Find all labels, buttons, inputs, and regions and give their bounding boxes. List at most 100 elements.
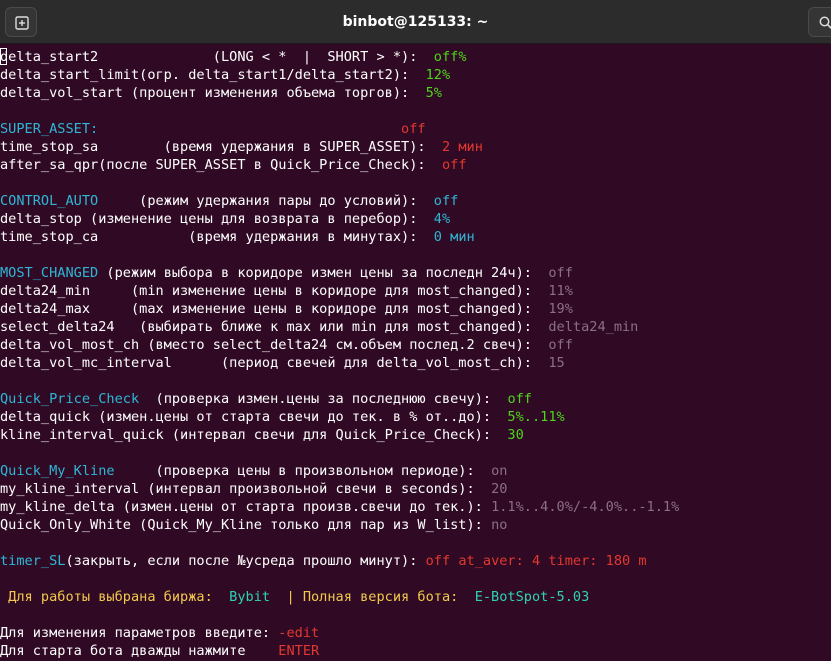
search-icon xyxy=(819,16,831,30)
terminal-text-segment: timer_SL xyxy=(0,553,66,569)
terminal-line: Quick_Price_Check (проверка измен.цены з… xyxy=(0,390,831,408)
terminal-line: delta24_max (max изменение цены в коридо… xyxy=(0,300,831,318)
terminal-line: Quick_Only_White (Quick_My_Kline только … xyxy=(0,516,831,534)
terminal-text-segment: Quick_Price_Check xyxy=(0,391,140,407)
terminal-text-segment: (режим выбора в коридоре измен цены за п… xyxy=(98,265,549,281)
terminal-text-segment: 4% xyxy=(433,211,451,227)
terminal-text-segment: (закрыть, если после №усреда прошло мину… xyxy=(65,553,426,569)
title-bar: binbot@125133: ~ xyxy=(0,0,831,44)
terminal-line: Quick_My_Kline (проверка цены в произвол… xyxy=(0,462,831,480)
terminal-text-segment: delta24_max (max изменение цены в коридо… xyxy=(0,301,549,317)
terminal-line: delta_start2 (LONG < * | SHORT > *): off… xyxy=(0,48,831,66)
terminal-text-segment: delta_start2 (LONG < * | SHORT > *): xyxy=(0,49,434,65)
terminal-text-segment: time_stop_ca (время удержания в минутах)… xyxy=(0,229,434,245)
terminal-text-segment: Для изменения параметров введите: xyxy=(0,625,279,641)
terminal-line: delta24_min (min изменение цены в коридо… xyxy=(0,282,831,300)
terminal-text-segment: Для работы выбрана биржа: xyxy=(0,589,230,605)
terminal-line: CONTROL_AUTO (режим удержания пары до ус… xyxy=(0,192,831,210)
terminal-text-segment: | Полная версия бота: xyxy=(270,589,475,605)
terminal-line: Для изменения параметров введите: -edit xyxy=(0,624,831,642)
terminal-line: MOST_CHANGED (режим выбора в коридоре из… xyxy=(0,264,831,282)
terminal-text-segment: 5% xyxy=(425,85,442,101)
terminal-text-segment: off at_aver: 4 timer: 180 m xyxy=(425,553,647,569)
terminal-text-segment: 0 мин xyxy=(433,229,475,245)
terminal-text-segment: delta24_min (min изменение цены в коридо… xyxy=(0,283,549,299)
terminal-text-segment: off xyxy=(441,157,467,173)
terminal-text-segment: select_delta24 (выбирать ближе к max или… xyxy=(0,319,549,335)
terminal-text-segment: delta_stop (изменение цены для возврата … xyxy=(0,211,434,227)
terminal-text-segment: -edit xyxy=(278,625,320,641)
search-button[interactable] xyxy=(808,7,831,37)
terminal-text-segment: 2 мин xyxy=(441,139,483,155)
terminal-line: after_sa_qpr(после SUPER_ASSET в Quick_P… xyxy=(0,156,831,174)
terminal-text-segment: 11% xyxy=(548,283,573,299)
terminal-text-segment: delta24_min xyxy=(548,319,639,335)
terminal-output[interactable]: delta_start2 (LONG < * | SHORT > *): off… xyxy=(0,48,831,661)
terminal-text-segment: delta_vol_mc_interval (период свечей для… xyxy=(0,355,549,371)
terminal-line: delta_vol_mc_interval (период свечей для… xyxy=(0,354,831,372)
terminal-line: timer_SL(закрыть, если после №усреда про… xyxy=(0,552,831,570)
terminal-text-segment: delta_vol_most_ch (вместо select_delta24… xyxy=(0,337,549,353)
terminal-line: Для работы выбрана биржа: Bybit | Полная… xyxy=(0,588,831,606)
terminal-line: Для старта бота дважды нажмите ENTER xyxy=(0,642,831,660)
terminal-text-segment: 20 xyxy=(491,481,508,497)
terminal-text-segment: on xyxy=(491,463,508,479)
terminal-text-segment: MOST_CHANGED xyxy=(0,265,99,281)
terminal-text-segment: 12% xyxy=(425,67,451,83)
terminal-text-segment: ENTER xyxy=(278,643,320,659)
terminal-text-segment: 19% xyxy=(548,301,573,317)
terminal-line: kline_interval_quick (интервал свечи для… xyxy=(0,426,831,444)
terminal-text-segment: 5%..11% xyxy=(507,409,565,425)
terminal-text-segment: Quick_Only_White (Quick_My_Kline только … xyxy=(0,517,492,533)
terminal-line: time_stop_ca (время удержания в минутах)… xyxy=(0,228,831,246)
terminal-line: SUPER_ASSET: off xyxy=(0,120,831,138)
terminal-text-segment: 30 xyxy=(507,427,524,443)
terminal-text-segment: (проверка цены в произвольном периоде): xyxy=(114,463,492,479)
terminal-text-segment: delta_vol_start (процент изменения объем… xyxy=(0,85,426,101)
terminal-text-segment: off xyxy=(433,193,459,209)
terminal-line: delta_stop (изменение цены для возврата … xyxy=(0,210,831,228)
terminal-line: my_kline_interval (интервал произвольной… xyxy=(0,480,831,498)
terminal-text-segment: 15 xyxy=(548,355,565,371)
terminal-line: delta_vol_start (процент изменения объем… xyxy=(0,84,831,102)
terminal-text-segment: off xyxy=(548,337,573,353)
terminal-text-segment: SUPER_ASSET: xyxy=(0,121,99,137)
terminal-text-segment: Для старта бота дважды нажмите xyxy=(0,643,279,659)
terminal-text-segment: 1.1%..4.0%/-4.0%..-1.1% xyxy=(491,499,680,515)
terminal-text-segment: kline_interval_quick (интервал свечи для… xyxy=(0,427,508,443)
terminal-text-segment: off xyxy=(401,121,426,137)
terminal-text-segment: off xyxy=(548,265,573,281)
terminal-text-segment: delta_quick (измен.цены от старта свечи … xyxy=(0,409,508,425)
terminal-text-segment: off xyxy=(507,391,532,407)
terminal-text-segment: delta_start_limit(огр. delta_start1/delt… xyxy=(0,67,426,83)
terminal-line: select_delta24 (выбирать ближе к max или… xyxy=(0,318,831,336)
terminal-text-segment: off% xyxy=(433,49,467,65)
terminal-text-segment: my_kline_delta (измен.цены от старта про… xyxy=(0,499,492,515)
terminal-line: delta_quick (измен.цены от старта свечи … xyxy=(0,408,831,426)
terminal-cursor xyxy=(0,48,7,65)
terminal-text-segment: Bybit xyxy=(229,589,271,605)
terminal-line: delta_start_limit(огр. delta_start1/delt… xyxy=(0,66,831,84)
terminal-line: delta_vol_most_ch (вместо select_delta24… xyxy=(0,336,831,354)
terminal-text-segment: time_stop_sa (время удержания в SUPER_AS… xyxy=(0,139,442,155)
terminal-line: time_stop_sa (время удержания в SUPER_AS… xyxy=(0,138,831,156)
window-title: binbot@125133: ~ xyxy=(342,14,489,30)
terminal-line: my_kline_delta (измен.цены от старта про… xyxy=(0,498,831,516)
terminal-text-segment: E-BotSpot-5.03 xyxy=(474,589,590,605)
terminal-text-segment: CONTROL_AUTO xyxy=(0,193,99,209)
terminal-text-segment: (проверка измен.цены за последнюю свечу)… xyxy=(139,391,508,407)
terminal-text-segment: after_sa_qpr(после SUPER_ASSET в Quick_P… xyxy=(0,157,442,173)
terminal-text-segment: (режим удержания пары до условий): xyxy=(98,193,434,209)
terminal-text-segment: Quick_My_Kline xyxy=(0,463,115,479)
terminal-text-segment: my_kline_interval (интервал произвольной… xyxy=(0,481,492,497)
terminal-text-segment: no xyxy=(491,517,508,533)
